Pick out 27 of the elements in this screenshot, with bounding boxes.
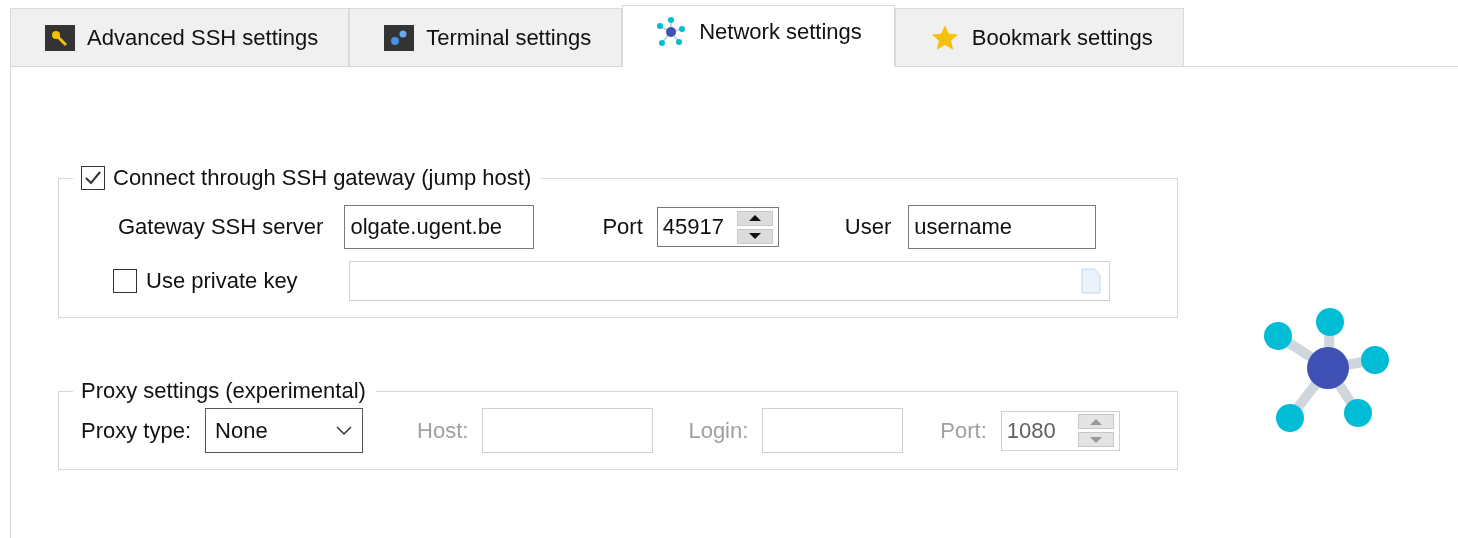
server-field[interactable]: olgate.ugent.be <box>344 205 535 249</box>
tab[interactable]: Advanced SSH settings <box>10 8 350 66</box>
server-label: Gateway SSH server <box>118 214 324 240</box>
key-file-field[interactable] <box>348 261 1110 301</box>
user-label: User <box>844 214 892 240</box>
gateway-checkbox-label: Connect through SSH gateway (jump host) <box>113 165 532 191</box>
host-label: Host: <box>417 417 469 444</box>
checkbox[interactable] <box>81 166 105 190</box>
port-spinbox[interactable]: 45917 <box>656 207 779 247</box>
proxy-type-label: Proxy type: <box>81 417 192 444</box>
login-field[interactable] <box>762 408 904 453</box>
tab[interactable]: Network settings <box>622 5 895 67</box>
login-label: Login: <box>688 417 749 444</box>
tab[interactable]: Bookmark settings <box>894 8 1184 66</box>
user-field[interactable]: username <box>908 205 1097 249</box>
tab[interactable]: Terminal settings <box>349 8 623 66</box>
checkbox[interactable] <box>113 269 137 293</box>
file-icon <box>1080 268 1101 294</box>
host-field[interactable] <box>482 408 654 453</box>
key-icon <box>45 24 75 51</box>
private-key-label: Use private key <box>146 268 298 294</box>
port-label: Port <box>602 214 643 240</box>
proxy-port-label: Port: <box>940 417 987 444</box>
chevron-down-icon <box>336 425 353 436</box>
spin-buttons[interactable] <box>736 210 773 244</box>
proxy-group-title: Proxy settings (experimental) <box>81 378 366 404</box>
network-icon <box>655 16 688 48</box>
